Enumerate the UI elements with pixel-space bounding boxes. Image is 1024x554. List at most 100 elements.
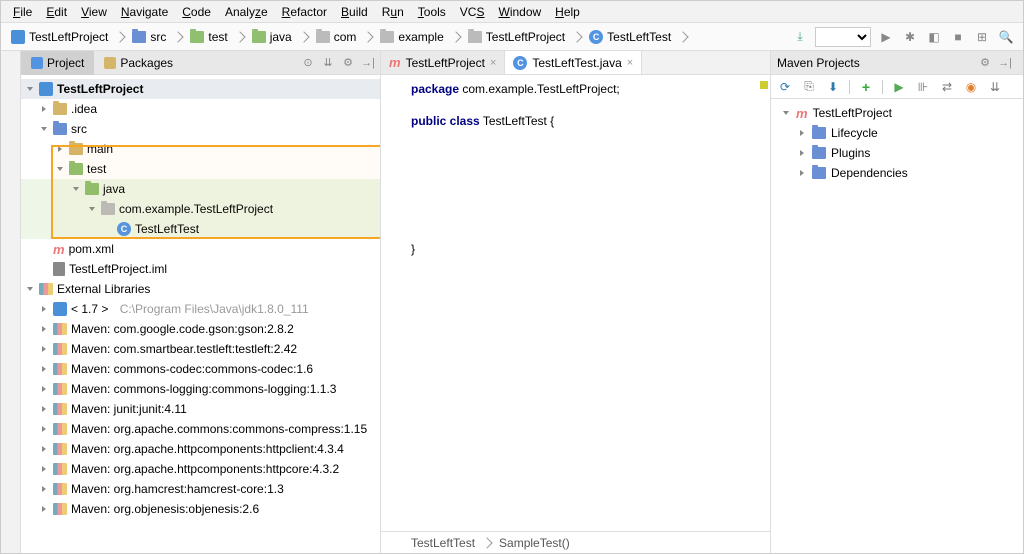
crumb-test[interactable]: test bbox=[208, 30, 227, 44]
tree-library[interactable]: Maven: junit:junit:4.11 bbox=[21, 399, 380, 419]
menu-view[interactable]: View bbox=[75, 3, 113, 21]
tree-external-libraries[interactable]: External Libraries bbox=[21, 279, 380, 299]
tab-project[interactable]: Project bbox=[21, 51, 94, 75]
run-config-select[interactable] bbox=[815, 27, 871, 47]
tree-library[interactable]: Maven: org.apache.commons:commons-compre… bbox=[21, 419, 380, 439]
download-icon[interactable]: ⬇ bbox=[825, 79, 841, 95]
bc-class[interactable]: TestLeftTest bbox=[411, 536, 475, 550]
tree-pom[interactable]: mpom.xml bbox=[21, 239, 380, 259]
tree-package[interactable]: com.example.TestLeftProject bbox=[21, 199, 380, 219]
refresh-icon[interactable]: ⟳ bbox=[777, 79, 793, 95]
menu-refactor[interactable]: Refactor bbox=[276, 3, 333, 21]
folder-icon bbox=[132, 31, 146, 43]
stop-button[interactable]: ■ bbox=[949, 28, 967, 46]
project-panel: Project Packages ⊙ ⇊ ⚙ →| TestLeftProjec… bbox=[21, 51, 381, 553]
tree-main[interactable]: main bbox=[21, 139, 380, 159]
library-icon bbox=[53, 423, 67, 435]
execute-goal-icon[interactable]: ⊪ bbox=[915, 79, 931, 95]
show-deps-icon[interactable]: ◉ bbox=[963, 79, 979, 95]
menu-code[interactable]: Code bbox=[176, 3, 217, 21]
maven-dependencies[interactable]: Dependencies bbox=[771, 163, 1023, 183]
left-tool-stripe bbox=[1, 51, 21, 553]
crumb-src[interactable]: src bbox=[150, 30, 166, 44]
tree-iml[interactable]: TestLeftProject.iml bbox=[21, 259, 380, 279]
tree-java[interactable]: java bbox=[21, 179, 380, 199]
generate-sources-icon[interactable]: ⎘ bbox=[801, 79, 817, 95]
tree-library[interactable]: Maven: org.apache.httpcomponents:httpcli… bbox=[21, 439, 380, 459]
code-editor[interactable]: package com.example.TestLeftProject; pub… bbox=[381, 75, 770, 531]
maven-toolbar: ⟳ ⎘ ⬇ + ▶ ⊪ ⇄ ◉ ⇊ bbox=[771, 75, 1023, 99]
hide-icon[interactable]: →| bbox=[360, 55, 376, 71]
menu-run[interactable]: Run bbox=[376, 3, 410, 21]
menu-tools[interactable]: Tools bbox=[412, 3, 452, 21]
menu-vcs[interactable]: VCS bbox=[454, 3, 491, 21]
menu-file[interactable]: File bbox=[7, 3, 38, 21]
structure-button[interactable]: ⊞ bbox=[973, 28, 991, 46]
tree-idea[interactable]: .idea bbox=[21, 99, 380, 119]
coverage-button[interactable]: ◧ bbox=[925, 28, 943, 46]
menu-analyze[interactable]: Analyze bbox=[219, 3, 274, 21]
tree-root[interactable]: TestLeftProject bbox=[21, 79, 380, 99]
make-button[interactable]: ⤓ bbox=[791, 28, 809, 46]
close-tab-icon[interactable]: × bbox=[490, 57, 496, 69]
menu-navigate[interactable]: Navigate bbox=[115, 3, 174, 21]
run-button[interactable]: ▶ bbox=[877, 28, 895, 46]
crumb-project[interactable]: TestLeftProject bbox=[29, 30, 108, 44]
collapse-all-icon[interactable]: ⇊ bbox=[320, 55, 336, 71]
crumb-java[interactable]: java bbox=[270, 30, 292, 44]
tree-class[interactable]: CTestLeftTest bbox=[21, 219, 380, 239]
jdk-icon bbox=[53, 302, 67, 316]
settings-icon[interactable]: ⚙ bbox=[340, 55, 356, 71]
crumb-com[interactable]: com bbox=[334, 30, 357, 44]
bc-method[interactable]: SampleTest() bbox=[499, 536, 570, 550]
menu-edit[interactable]: Edit bbox=[40, 3, 73, 21]
toggle-offline-icon[interactable]: ⇄ bbox=[939, 79, 955, 95]
menu-help[interactable]: Help bbox=[549, 3, 586, 21]
maven-plugins[interactable]: Plugins bbox=[771, 143, 1023, 163]
tree-library[interactable]: Maven: org.objenesis:objenesis:2.6 bbox=[21, 499, 380, 519]
library-icon bbox=[53, 503, 67, 515]
tree-library[interactable]: Maven: com.smartbear.testleft:testleft:2… bbox=[21, 339, 380, 359]
tree-library[interactable]: Maven: com.google.code.gson:gson:2.8.2 bbox=[21, 319, 380, 339]
folder-icon bbox=[53, 103, 67, 115]
tree-library[interactable]: Maven: commons-logging:commons-logging:1… bbox=[21, 379, 380, 399]
editor-panel: mTestLeftProject× CTestLeftTest.java× pa… bbox=[381, 51, 771, 553]
tree-jdk[interactable]: < 1.7 > C:\Program Files\Java\jdk1.8.0_1… bbox=[21, 299, 380, 319]
module-icon bbox=[39, 82, 53, 96]
library-icon bbox=[53, 323, 67, 335]
search-button[interactable]: 🔍 bbox=[997, 28, 1015, 46]
breadcrumb[interactable]: TestLeftProject src test java com exampl… bbox=[1, 28, 791, 46]
menu-window[interactable]: Window bbox=[492, 3, 547, 21]
tab-packages[interactable]: Packages bbox=[94, 51, 183, 75]
close-tab-icon[interactable]: × bbox=[627, 57, 633, 69]
crumb-example[interactable]: example bbox=[398, 30, 443, 44]
folder-icon bbox=[69, 163, 83, 175]
menu-build[interactable]: Build bbox=[335, 3, 374, 21]
run-maven-icon[interactable]: ▶ bbox=[891, 79, 907, 95]
editor-breadcrumb[interactable]: TestLeftTest SampleTest() bbox=[381, 531, 770, 553]
tree-library[interactable]: Maven: org.apache.httpcomponents:httpcor… bbox=[21, 459, 380, 479]
debug-button[interactable]: ✱ bbox=[901, 28, 919, 46]
editor-tab-java[interactable]: CTestLeftTest.java× bbox=[505, 51, 642, 74]
folder-icon bbox=[812, 147, 826, 159]
folder-icon bbox=[252, 31, 266, 43]
tree-test[interactable]: test bbox=[21, 159, 380, 179]
tree-library[interactable]: Maven: commons-codec:commons-codec:1.6 bbox=[21, 359, 380, 379]
maven-tree[interactable]: mTestLeftProject Lifecycle Plugins Depen… bbox=[771, 99, 1023, 187]
add-icon[interactable]: + bbox=[858, 79, 874, 95]
folder-icon bbox=[468, 31, 482, 43]
maven-lifecycle[interactable]: Lifecycle bbox=[771, 123, 1023, 143]
tree-src[interactable]: src bbox=[21, 119, 380, 139]
editor-tab-pom[interactable]: mTestLeftProject× bbox=[381, 51, 505, 74]
scroll-from-source-icon[interactable]: ⊙ bbox=[300, 55, 316, 71]
folder-icon bbox=[69, 143, 83, 155]
maven-hide-icon[interactable]: →| bbox=[997, 55, 1013, 71]
maven-root[interactable]: mTestLeftProject bbox=[771, 103, 1023, 123]
collapse-maven-icon[interactable]: ⇊ bbox=[987, 79, 1003, 95]
main-menu-bar: File Edit View Navigate Code Analyze Ref… bbox=[1, 1, 1023, 23]
crumb-class[interactable]: TestLeftTest bbox=[607, 30, 671, 44]
tree-library[interactable]: Maven: org.hamcrest:hamcrest-core:1.3 bbox=[21, 479, 380, 499]
maven-settings-icon[interactable]: ⚙ bbox=[977, 55, 993, 71]
project-tree[interactable]: TestLeftProject .idea src main test java… bbox=[21, 75, 380, 553]
crumb-pkg[interactable]: TestLeftProject bbox=[486, 30, 565, 44]
